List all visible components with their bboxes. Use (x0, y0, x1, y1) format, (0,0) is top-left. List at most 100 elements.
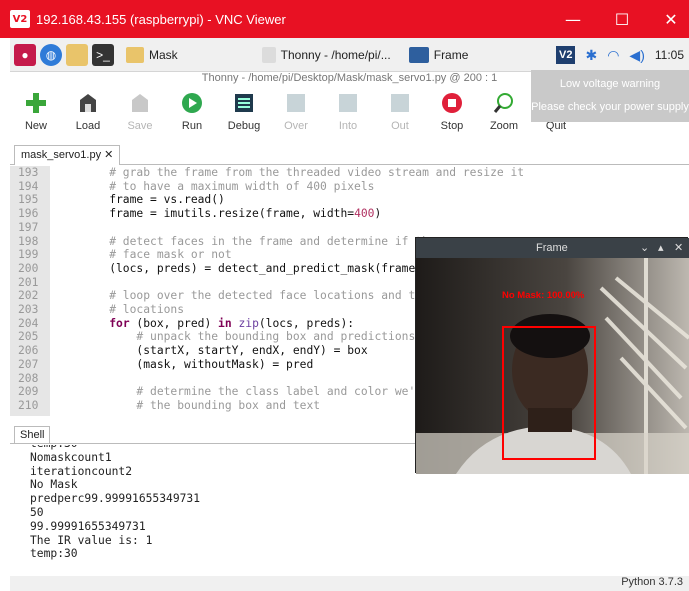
folder-icon (126, 46, 144, 63)
load-icon (77, 92, 99, 114)
code-text: # the bounding box and text (82, 398, 321, 412)
python-version[interactable]: Python 3.7.3 (621, 576, 683, 588)
line-number: 199 (18, 248, 39, 262)
minimize-button[interactable]: — (550, 0, 596, 38)
detection-label: No Mask: 100.00% (502, 290, 585, 301)
step-into-icon (337, 92, 359, 114)
shell-tab[interactable]: Shell (14, 426, 51, 444)
shell-line: predperc99.99991655349731 (30, 492, 201, 506)
pi-taskbar: ● ◍ >_ Mask Thonny - /home/pi/... Frame … (10, 38, 689, 72)
line-number: 204 (18, 316, 39, 330)
save-icon (129, 92, 151, 114)
code-text: # to have a maximum width of 400 pixels (82, 179, 375, 193)
line-number: 208 (18, 371, 39, 385)
volume-icon[interactable]: ◀) (629, 47, 644, 64)
zoom-button[interactable]: Zoom (478, 88, 530, 140)
run-button[interactable]: Run (166, 88, 218, 140)
code-text: (mask, withoutMask) = pred (82, 357, 314, 371)
line-number: 193 (18, 166, 39, 179)
step-out-icon (389, 92, 411, 114)
code-text: frame = vs.read() (82, 193, 225, 207)
shell-line: The IR value is: 1 (30, 533, 153, 547)
maximize-button[interactable]: ☐ (599, 0, 645, 38)
taskbar-task-mask[interactable]: Mask (120, 42, 184, 68)
line-number: 205 (18, 330, 39, 344)
task-label: Mask (149, 47, 178, 62)
chevron-down-icon[interactable]: ⌄ (640, 241, 649, 254)
line-number: 198 (18, 234, 39, 248)
vnc-window-title: 192.168.43.155 (raspberrypi) - VNC Viewe… (36, 11, 286, 27)
code-text: # detect faces in the frame and determin… (82, 234, 443, 248)
editor-tabbar: mask_servo1.py ✕ (10, 145, 689, 165)
wifi-icon[interactable]: ◠ (607, 47, 619, 64)
load-button[interactable]: Load (62, 88, 114, 140)
line-number: 197 (18, 220, 39, 234)
maximize-icon[interactable]: ▴ (658, 241, 664, 254)
new-button[interactable]: New (10, 88, 62, 140)
frame-title: Frame (536, 242, 568, 254)
thonny-icon (261, 46, 276, 63)
task-label: Frame (433, 47, 469, 62)
window-icon (408, 46, 429, 63)
code-text: # determine the class label and color we… (82, 385, 450, 399)
line-number: 203 (18, 303, 39, 316)
folder-icon[interactable] (66, 43, 88, 66)
face-bounding-box (502, 326, 596, 460)
status-bar: Python 3.7.3 (10, 576, 689, 591)
frame-title-bar: Frame ⌄ ▴ ✕ (416, 238, 689, 258)
stop-button[interactable]: Stop (426, 88, 478, 140)
globe-icon[interactable]: ◍ (40, 43, 62, 66)
code-text: for (box, pred) in zip(locs, preds): (109, 316, 355, 330)
line-number: 209 (18, 385, 39, 399)
zoom-icon (493, 92, 515, 114)
clock[interactable]: 11:05 (655, 48, 684, 62)
low-voltage-notification[interactable]: Low voltage warning Please check your po… (531, 70, 689, 122)
shell-line: 50 (30, 506, 44, 519)
frame-window[interactable]: Frame ⌄ ▴ ✕ No Mask: 100.00% (415, 237, 689, 474)
shell-line: No Mask (30, 478, 78, 492)
taskbar-task-thonny[interactable]: Thonny - /home/pi/... (256, 42, 397, 68)
camera-feed: No Mask: 100.00% (416, 258, 689, 474)
raspberry-icon[interactable]: ● (14, 43, 36, 66)
editor-tab-mask-servo1[interactable]: mask_servo1.py ✕ (14, 145, 121, 165)
step-into-button[interactable]: Into (322, 88, 374, 140)
line-number: 194 (18, 179, 39, 193)
step-over-button[interactable]: Over (270, 88, 322, 140)
step-out-button[interactable]: Out (374, 88, 426, 140)
task-label: Thonny - /home/pi/... (280, 47, 391, 62)
code-text: # grab the frame from the threaded video… (82, 166, 525, 179)
close-button[interactable]: ✕ (648, 0, 689, 38)
vnc-logo-icon: V2 (10, 10, 30, 28)
notification-title: Low voltage warning (559, 78, 661, 90)
shell-line: temp:30 (30, 547, 78, 561)
save-button[interactable]: Save (114, 88, 166, 140)
code-text: # unpack the bounding box and prediction… (82, 330, 416, 344)
code-text: # loop over the detected face locations … (82, 289, 443, 303)
system-tray: V2 ✱ ◠ ◀) 11:05 (551, 38, 689, 72)
new-icon (25, 92, 47, 114)
shell-line: 99.99991655349731 (30, 519, 146, 533)
line-number: 195 (18, 193, 39, 207)
line-number: 206 (18, 344, 39, 358)
bluetooth-icon[interactable]: ✱ (585, 47, 597, 64)
code-text: # face mask or not (82, 248, 232, 262)
vnc-tray-icon[interactable]: V2 (556, 46, 576, 64)
line-number: 207 (18, 357, 39, 371)
notification-message: Please check your power supply (531, 101, 689, 113)
code-text: frame = imutils.resize(frame, width=400) (82, 207, 382, 221)
stop-icon (441, 92, 463, 114)
line-number: 210 (18, 398, 39, 412)
code-text: (locs, preds) = detect_and_predict_mask(… (82, 261, 450, 275)
vnc-title-bar: V2 192.168.43.155 (raspberrypi) - VNC Vi… (0, 0, 689, 38)
debug-button[interactable]: Debug (218, 88, 270, 140)
close-icon[interactable]: ✕ (674, 241, 683, 254)
run-icon (181, 92, 203, 114)
line-number: 201 (18, 275, 39, 289)
line-number: 200 (18, 261, 39, 275)
code-text: (startX, startY, endX, endY) = box (82, 344, 368, 358)
debug-icon (233, 92, 255, 114)
taskbar-task-frame[interactable]: Frame (403, 42, 475, 68)
line-number: 202 (18, 289, 39, 303)
shell-line: Nomaskcount1 (30, 450, 112, 464)
terminal-icon[interactable]: >_ (92, 43, 114, 66)
